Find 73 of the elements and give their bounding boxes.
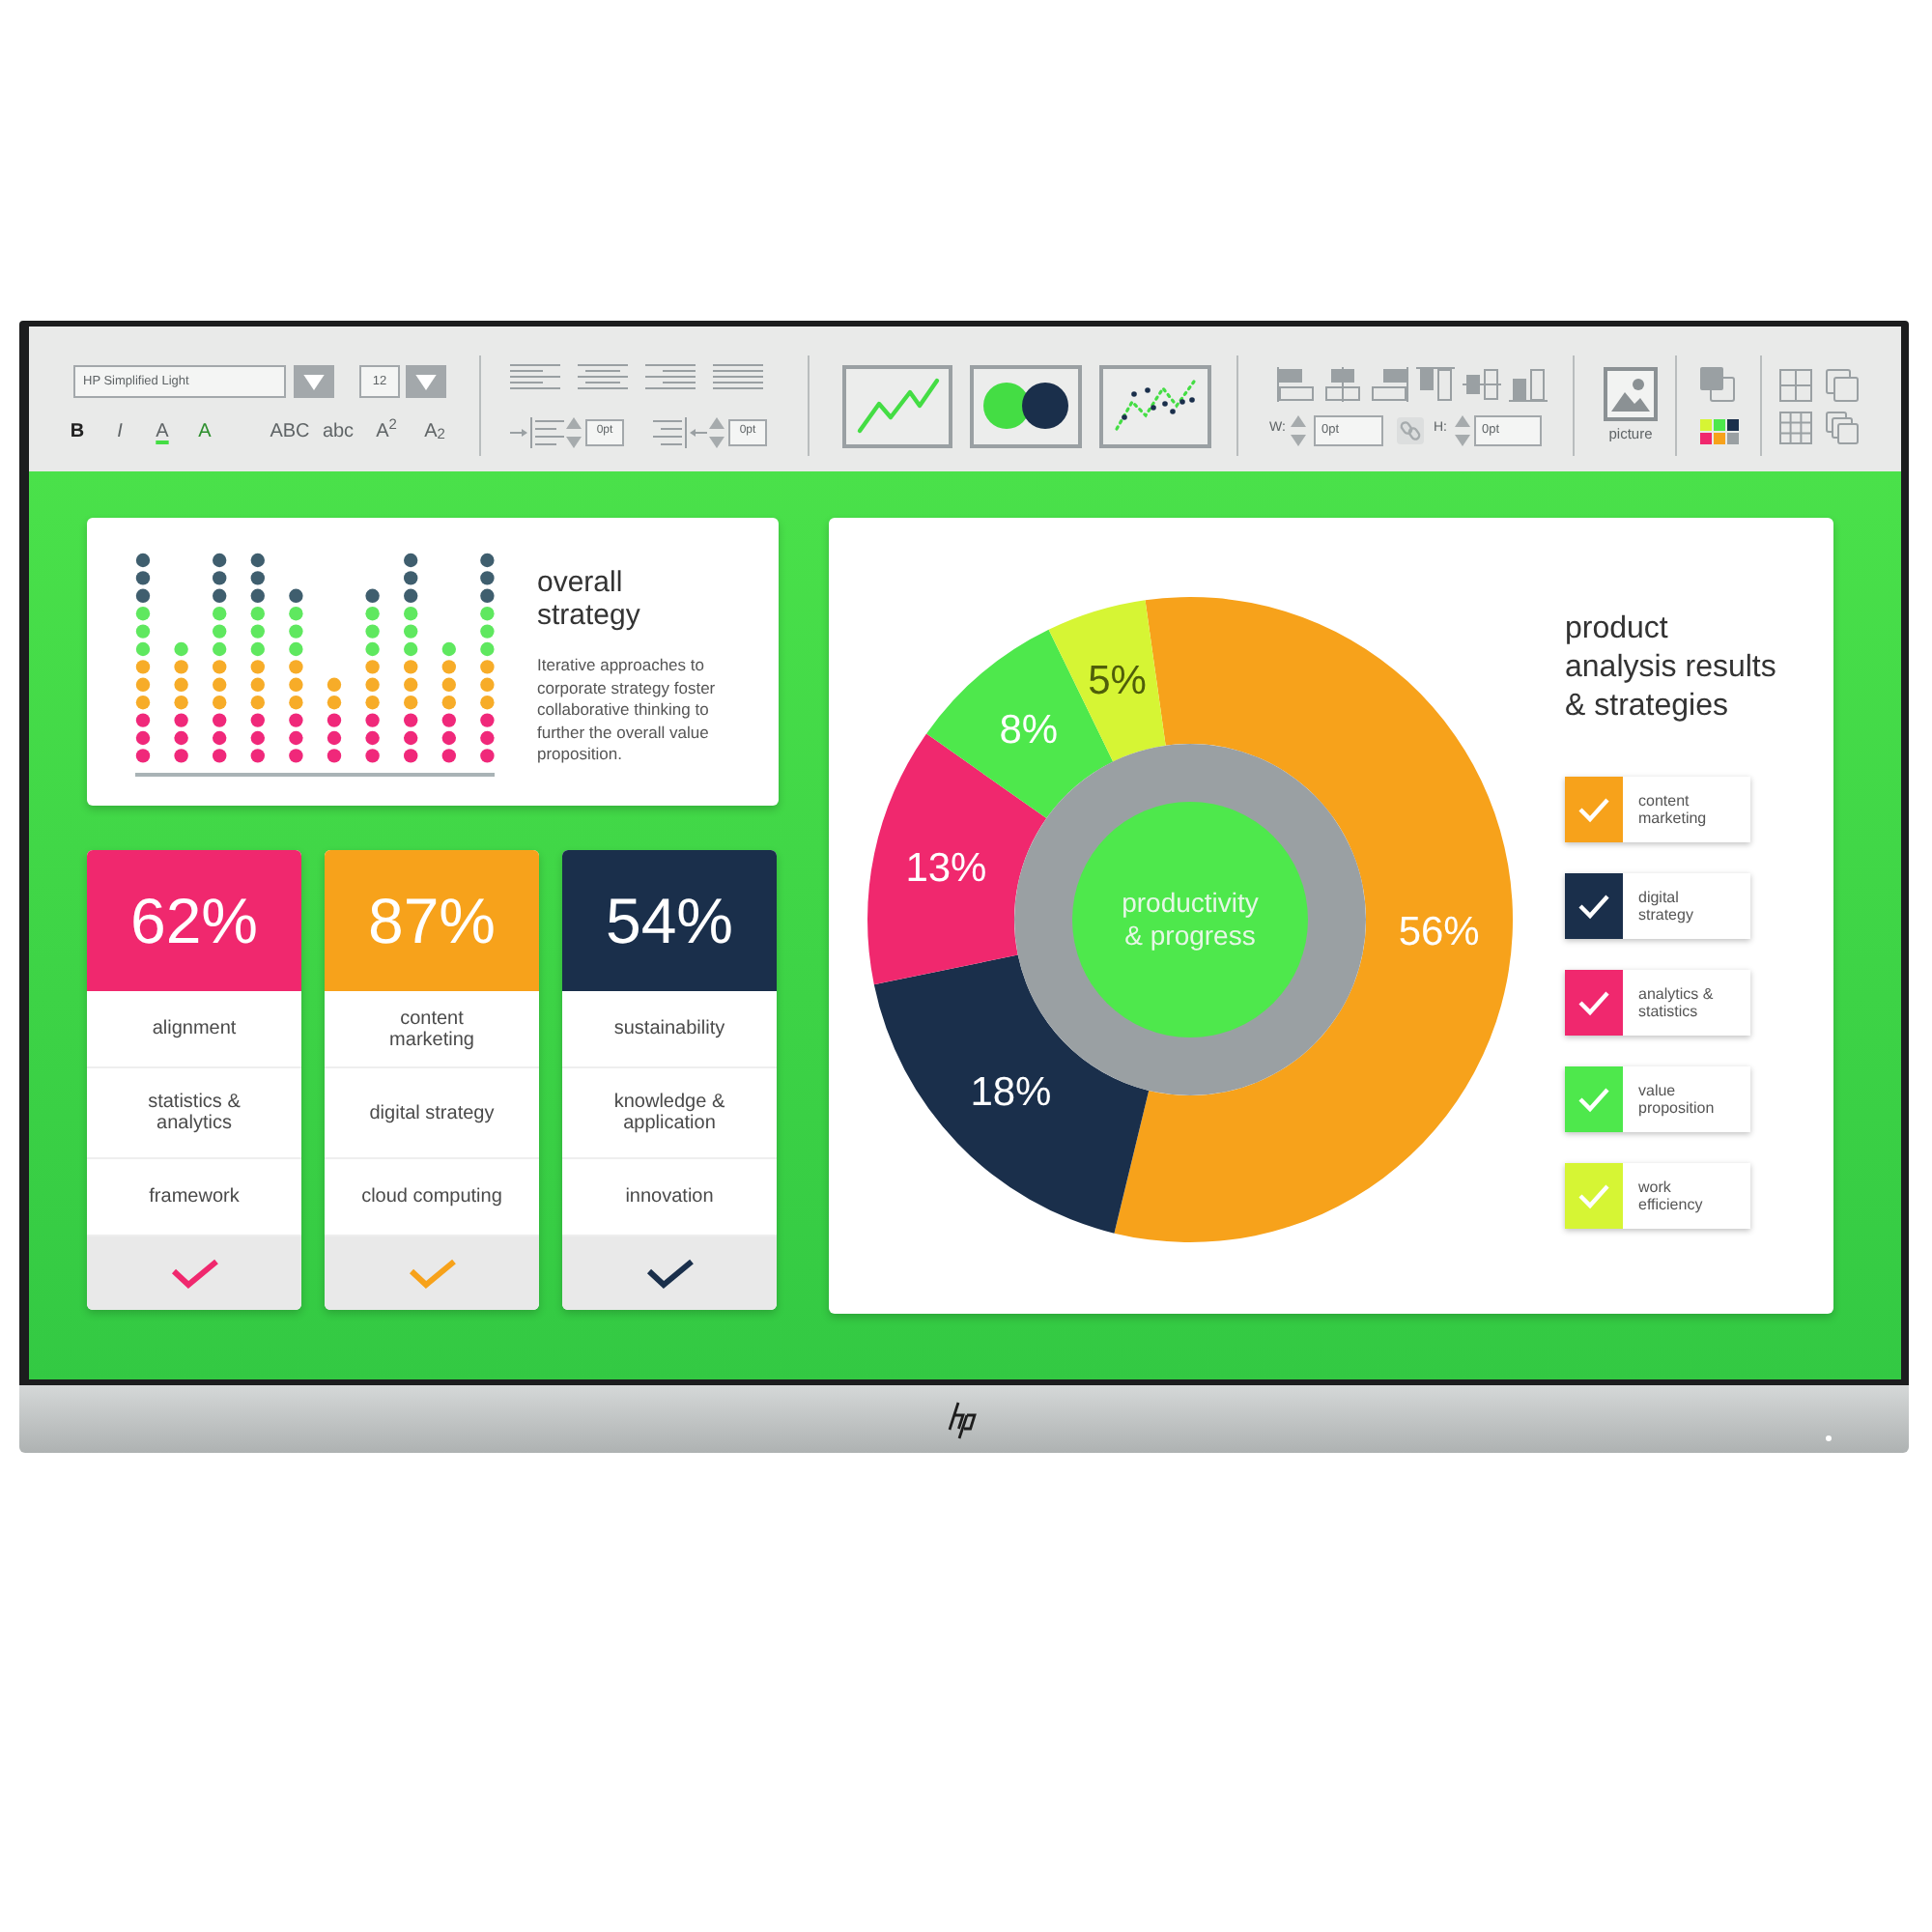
caret-icon <box>415 374 437 389</box>
line-chart-button[interactable] <box>842 364 952 447</box>
text-highlight-button[interactable]: A <box>184 417 226 446</box>
slice-value-label: 56% <box>1398 909 1480 954</box>
indent-increase-icon[interactable] <box>510 416 564 447</box>
stacked-copies-icon[interactable] <box>1826 411 1859 443</box>
legend-label: analytics & statistics <box>1638 985 1714 1020</box>
slice-value-label: 13% <box>905 846 987 892</box>
scatter-plot-icon <box>1113 379 1198 433</box>
align-center-icon[interactable] <box>578 362 628 389</box>
topic-label: sustainability <box>613 1018 725 1039</box>
table-grid-icon[interactable] <box>1779 411 1812 443</box>
dot-column <box>441 641 456 763</box>
link-icon[interactable] <box>1397 416 1424 443</box>
topic-label: innovation <box>625 1186 714 1208</box>
percent-value: 62% <box>129 884 259 957</box>
font-color-button[interactable]: A <box>141 417 184 446</box>
topic-label: alignment <box>152 1018 237 1039</box>
grid-icon[interactable] <box>1779 368 1812 401</box>
topic-label: digital strategy <box>369 1102 495 1123</box>
superscript-button[interactable]: A$^{2}$ <box>361 417 412 446</box>
circles-chart-button[interactable] <box>970 364 1082 447</box>
topic-label: statistics & analytics <box>148 1092 241 1134</box>
topic-label: cloud computing <box>361 1186 502 1208</box>
legend-label: work efficiency <box>1638 1179 1703 1213</box>
indent-decrease-icon[interactable] <box>653 416 707 447</box>
caret-icon <box>303 374 325 389</box>
object-align-top-icon[interactable] <box>1416 366 1455 401</box>
legend-label: content marketing <box>1638 792 1707 827</box>
power-light-icon <box>1826 1435 1832 1441</box>
color-palette-icon[interactable] <box>1700 419 1739 444</box>
object-align-left-icon[interactable] <box>1277 366 1316 401</box>
spinner-icon[interactable] <box>1291 414 1306 445</box>
subscript-button[interactable]: A$_{2}$ <box>412 417 458 446</box>
percent-value: 54% <box>605 884 734 957</box>
object-align-middle-icon[interactable] <box>1463 366 1501 401</box>
slice-value-label: 5% <box>1088 659 1147 704</box>
justify-icon[interactable] <box>713 362 763 389</box>
layers-icon[interactable] <box>1700 367 1735 402</box>
legend-label: digital strategy <box>1638 889 1693 923</box>
center-label: productivity & progress <box>1120 887 1261 952</box>
object-align-right-icon[interactable] <box>1370 366 1408 401</box>
logo-icon <box>947 1400 981 1438</box>
percent-value: 87% <box>367 884 497 957</box>
card-title: product analysis results & strategies <box>1565 611 1776 726</box>
dropdown-button[interactable] <box>406 365 446 398</box>
topic-label: knowledge & application <box>613 1092 725 1134</box>
object-align-center-icon[interactable] <box>1323 366 1362 401</box>
slice-value-label: 18% <box>970 1070 1052 1116</box>
dropdown-button[interactable] <box>294 365 334 398</box>
spinner-icon[interactable] <box>1455 414 1470 445</box>
card-description: Iterative approaches to corporate strategy foster collaborative thinking to further the overall value proposition. <box>537 655 718 766</box>
card-title: overall strategy <box>537 566 642 632</box>
lowercase-button[interactable]: abc <box>315 417 361 446</box>
align-left-icon[interactable] <box>510 362 560 389</box>
legend-label: value proposition <box>1638 1082 1715 1117</box>
slice-value-label: 8% <box>999 707 1059 753</box>
align-right-icon[interactable] <box>645 362 696 389</box>
copy-icon[interactable] <box>1826 368 1859 401</box>
picture-icon <box>1604 367 1658 421</box>
dot-column <box>327 677 342 763</box>
scatter-chart-button[interactable] <box>1099 364 1211 447</box>
spinner-icon[interactable] <box>709 416 724 447</box>
spinner-icon[interactable] <box>566 416 582 447</box>
bold-button[interactable]: B <box>56 417 99 446</box>
line-chart-icon <box>855 377 940 435</box>
italic-button[interactable]: I <box>99 417 141 446</box>
uppercase-button[interactable]: ABC <box>265 417 315 446</box>
topic-label: content marketing <box>389 1008 474 1050</box>
object-align-bottom-icon[interactable] <box>1509 366 1548 401</box>
dot-column <box>174 641 188 763</box>
topic-label: framework <box>149 1186 240 1208</box>
overlapping-circles-icon <box>983 383 1068 429</box>
